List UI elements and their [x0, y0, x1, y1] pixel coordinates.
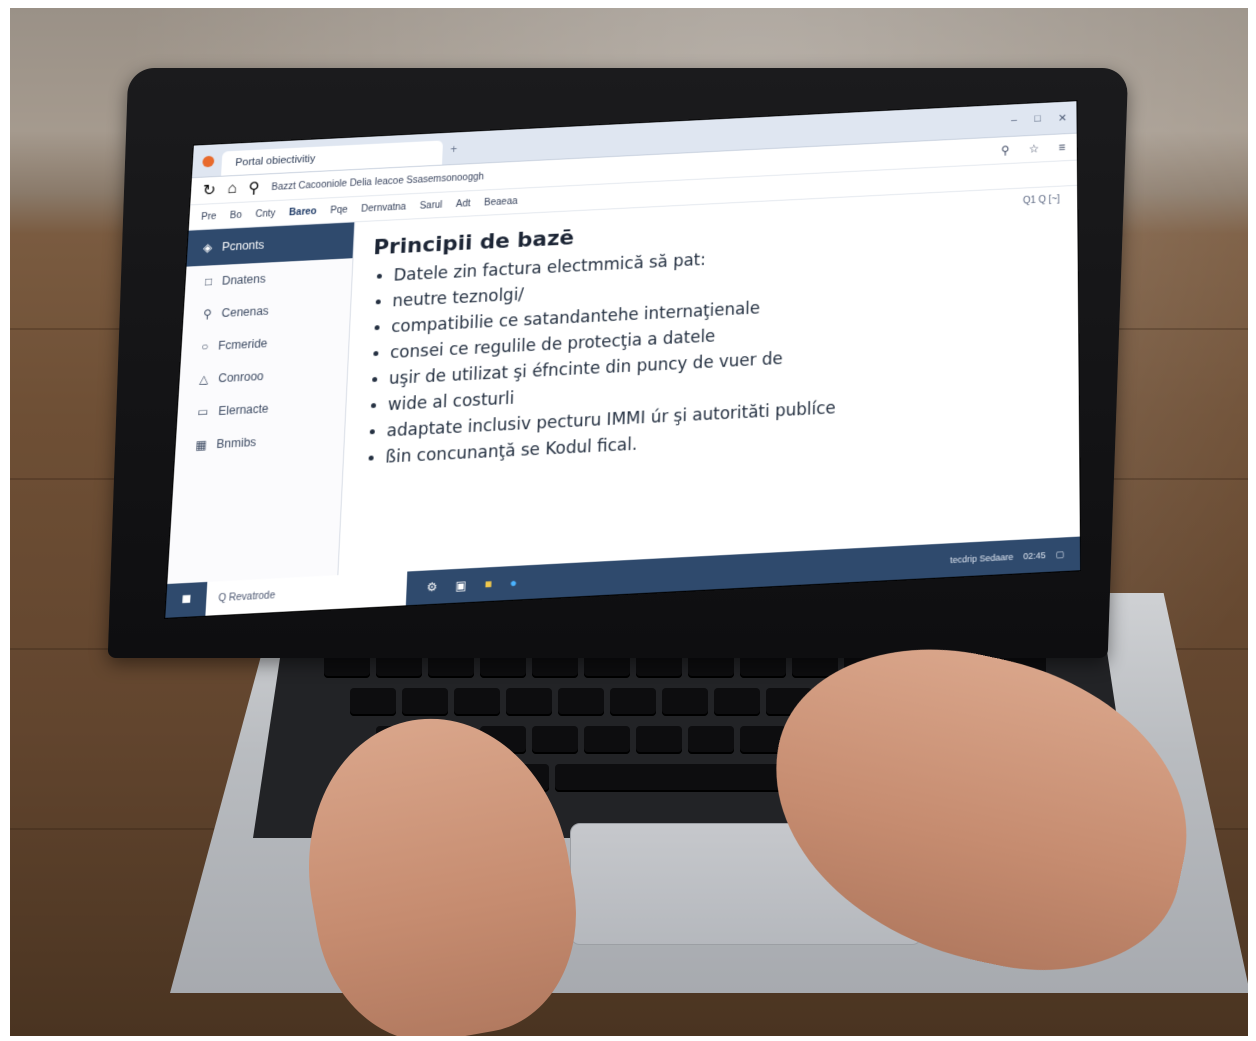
tray-text: tecdrip Sedaare — [950, 551, 1014, 566]
address-actions: ⚲ ☆ ≡ — [1001, 141, 1065, 157]
browser-icon[interactable]: ● — [510, 576, 518, 590]
key[interactable] — [610, 688, 656, 716]
chat-icon: ▭ — [197, 404, 210, 419]
notification-icon[interactable]: ▢ — [1056, 549, 1065, 560]
key[interactable] — [454, 688, 500, 716]
key[interactable] — [350, 688, 396, 716]
toolbar-item[interactable]: Beaeaa — [484, 196, 518, 208]
toolbar-item[interactable]: Bo — [230, 210, 242, 221]
zoom-control[interactable]: Q1 Q [~] — [1023, 194, 1060, 206]
photo-scene: Portal obiectivitiy + – □ ✕ ↻ ⌂ ⚲ Bazzt … — [10, 8, 1248, 1036]
clock[interactable]: 02:45 — [1023, 550, 1045, 561]
toolbar-item[interactable]: Pre — [201, 211, 217, 222]
browser-logo-icon — [202, 155, 215, 168]
sidebar-header-label: Pcnonts — [221, 238, 265, 254]
sidebar-item-label: Conrooo — [217, 369, 265, 386]
toolbar-item[interactable]: Pqe — [330, 204, 348, 215]
new-tab-icon[interactable]: + — [450, 143, 457, 156]
minimize-icon[interactable]: – — [1011, 114, 1017, 126]
search-icon[interactable]: ⚲ — [1001, 143, 1010, 156]
calendar-icon: ▦ — [195, 437, 208, 453]
key[interactable] — [402, 688, 448, 716]
back-icon[interactable]: ↻ — [202, 181, 216, 200]
app-body: ◈ Pcnonts □ Dnatens ⚲ Cenenas ○ Fcmeride… — [167, 186, 1080, 587]
maximize-icon[interactable]: □ — [1034, 113, 1040, 125]
key[interactable] — [636, 726, 682, 754]
toolbar-item[interactable]: Sarul — [419, 200, 442, 211]
menu-icon[interactable]: ≡ — [1058, 141, 1065, 154]
key[interactable] — [584, 726, 630, 754]
search-icon: ⚲ — [202, 307, 213, 321]
sidebar-item-label: Bnmibs — [216, 435, 257, 451]
notes-icon[interactable]: ■ — [484, 577, 492, 591]
toolbar-item[interactable]: Dernvatna — [361, 201, 406, 214]
key[interactable] — [506, 688, 552, 716]
bullet-list: Datele zin factura electmmică să pat: ne… — [363, 233, 1059, 469]
toolbar-item[interactable]: Cnty — [255, 208, 276, 219]
key[interactable] — [714, 688, 760, 716]
sidebar-item-label: Elernacte — [218, 401, 269, 418]
close-icon[interactable]: ✕ — [1058, 112, 1067, 125]
taskbar-apps: ⚙ ▣ ■ ● — [426, 576, 517, 595]
sidebar-item-label: Cenenas — [221, 304, 270, 320]
sidebar-item-label: Dnatens — [221, 272, 267, 288]
sidebar: ◈ Pcnonts □ Dnatens ⚲ Cenenas ○ Fcmeride… — [167, 222, 356, 587]
start-button[interactable]: ■ — [165, 582, 207, 618]
bookmark-icon[interactable]: ☆ — [1029, 142, 1039, 156]
key[interactable] — [558, 688, 604, 716]
home-icon[interactable]: ⌂ — [227, 181, 237, 198]
settings-icon[interactable]: ⚙ — [426, 580, 437, 594]
laptop-screen: Portal obiectivitiy + – □ ✕ ↻ ⌂ ⚲ Bazzt … — [164, 100, 1082, 619]
window-icon[interactable]: ▣ — [455, 578, 467, 593]
key[interactable] — [532, 726, 578, 754]
toolbar-item[interactable]: Bareo — [289, 206, 317, 218]
circle-icon: ○ — [200, 339, 209, 354]
toolbar-item[interactable]: Adt — [456, 198, 471, 209]
sidebar-item-label: Fcmeride — [217, 336, 268, 353]
diamond-logo-icon: ◈ — [202, 240, 213, 255]
key[interactable] — [662, 688, 708, 716]
warning-icon: △ — [198, 372, 209, 387]
system-tray: tecdrip Sedaare 02:45 ▢ — [950, 549, 1064, 566]
window-controls: – □ ✕ — [1011, 112, 1067, 127]
document-icon: □ — [204, 274, 213, 289]
search-icon[interactable]: ⚲ — [248, 178, 260, 197]
document-content: Q1 Q [~] Principii de bazē Datele zin fa… — [338, 186, 1080, 578]
tab-title: Portal obiectivitiy — [234, 153, 316, 169]
key[interactable] — [688, 726, 734, 754]
